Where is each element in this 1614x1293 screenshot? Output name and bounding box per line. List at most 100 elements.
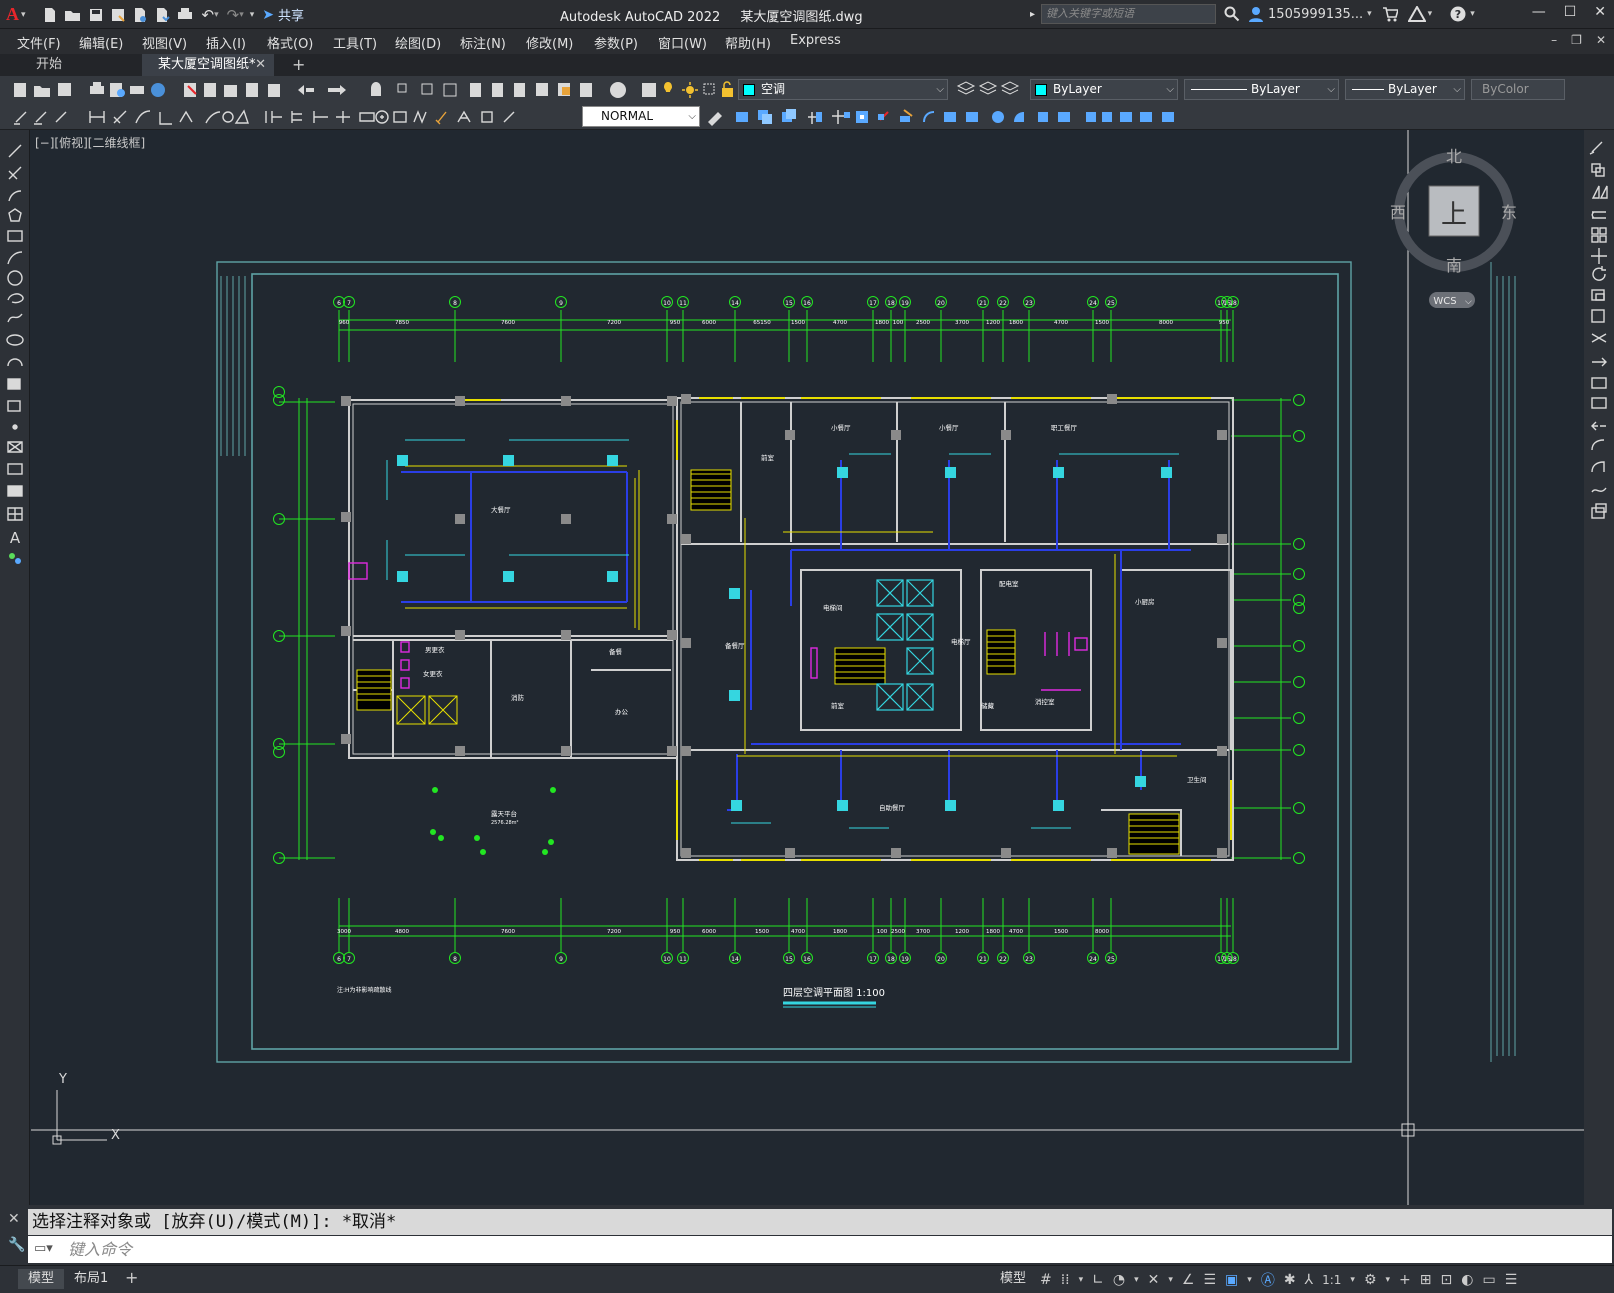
annotation-scale-value[interactable]: 1:1: [1322, 1273, 1341, 1287]
app-dropdown-icon[interactable]: ▾: [1428, 9, 1433, 19]
save-as-icon[interactable]: [110, 7, 126, 23]
clean-screen-icon[interactable]: ▭: [1482, 1272, 1495, 1288]
workspace-gear-icon[interactable]: ⚙: [1364, 1272, 1377, 1288]
expand-arrow-icon[interactable]: ▸: [1030, 9, 1035, 20]
doc-close-icon[interactable]: ✕: [1596, 33, 1606, 47]
grid-icon[interactable]: #: [1040, 1272, 1052, 1288]
menu-parameter[interactable]: 参数(P): [594, 33, 638, 52]
draw-tool-icons[interactable]: A: [0, 130, 30, 580]
undo-dropdown-icon[interactable]: ▾: [214, 10, 219, 20]
autoscale-icon[interactable]: ✱: [1284, 1272, 1296, 1288]
menu-format[interactable]: 格式(O): [267, 33, 313, 52]
modify-tool-icons[interactable]: [704, 104, 1184, 130]
minimize-icon[interactable]: —: [1532, 4, 1546, 20]
layer-state-icons[interactable]: [660, 76, 742, 104]
menu-draw[interactable]: 绘图(D): [395, 33, 441, 52]
lineweight-dropdown[interactable]: ByLayer ⌵: [1345, 79, 1465, 100]
annotation-visibility-icon[interactable]: Ⓐ: [1261, 1270, 1275, 1290]
user-dropdown-icon[interactable]: ▾: [1367, 9, 1372, 19]
standard-tool-icons[interactable]: [6, 76, 696, 104]
customize-qat-icon[interactable]: ▾: [250, 10, 255, 20]
linetype-dropdown[interactable]: ByLayer ⌵: [1184, 79, 1339, 100]
user-icon[interactable]: [1248, 6, 1264, 22]
app-menu-chevron-icon[interactable]: ▾: [21, 10, 26, 20]
open-web-icon[interactable]: [132, 7, 148, 23]
command-close-icon[interactable]: ✕: [8, 1211, 20, 1227]
doc-restore-icon[interactable]: ❐: [1571, 33, 1582, 47]
model-space-button[interactable]: 模型: [1000, 1269, 1026, 1289]
viewcube[interactable]: 上 北 南 东 西 WCS ⌵: [1390, 147, 1517, 308]
drawing-canvas[interactable]: [−][俯视][二维线框] 6 7 8 9 10 11 14 15 16 17 18 19 20 21 22…: [31, 130, 1584, 1205]
redo-dropdown-icon[interactable]: ▾: [239, 10, 244, 20]
menu-help[interactable]: 帮助(H): [725, 33, 771, 52]
autocad-logo-icon[interactable]: A: [6, 4, 19, 25]
new-tab-icon[interactable]: +: [292, 55, 305, 74]
layout-tab-model[interactable]: 模型: [18, 1269, 65, 1289]
dimension-tool-icons[interactable]: [10, 104, 570, 130]
menu-dimension[interactable]: 标注(N): [460, 33, 506, 52]
polar-icon[interactable]: ◔: [1113, 1272, 1125, 1288]
plotstyle-dropdown[interactable]: ByColor: [1471, 79, 1565, 100]
undo-icon[interactable]: ↶: [202, 6, 215, 24]
osnap-track-icon[interactable]: ∠: [1182, 1272, 1195, 1288]
polar-dropdown-icon[interactable]: ▾: [1134, 1275, 1139, 1285]
lineweight-toggle-icon[interactable]: ☰: [1203, 1272, 1216, 1288]
new-file-icon[interactable]: [42, 7, 58, 23]
annotation-monitor-icon[interactable]: +: [1399, 1272, 1411, 1288]
search-icon[interactable]: [1224, 6, 1240, 22]
workspace-dropdown-icon[interactable]: ▾: [1386, 1275, 1391, 1285]
quick-properties-icon[interactable]: ⊡: [1441, 1272, 1453, 1288]
osnap-dropdown-icon[interactable]: ▾: [1247, 1275, 1252, 1285]
autodesk-app-icon[interactable]: [1407, 6, 1426, 22]
command-prompt-icon[interactable]: ▭▾: [34, 1241, 53, 1256]
ac-unit: [397, 455, 408, 466]
layer-dropdown[interactable]: 空调 ⌵: [738, 79, 948, 100]
snap-icon[interactable]: ⁞⁞: [1061, 1272, 1070, 1288]
ortho-icon[interactable]: ∟: [1092, 1272, 1104, 1288]
maximize-icon[interactable]: ☐: [1564, 4, 1577, 20]
share-icon[interactable]: ➤: [262, 7, 274, 23]
cart-icon[interactable]: [1382, 6, 1398, 22]
tab-start[interactable]: 开始: [26, 54, 136, 76]
command-input[interactable]: 键入命令: [28, 1236, 1612, 1263]
scale-dropdown-icon[interactable]: ▾: [1350, 1275, 1355, 1285]
tab-close-icon[interactable]: ✕: [255, 54, 266, 76]
plot-icon[interactable]: [176, 7, 194, 23]
save-web-icon[interactable]: [154, 7, 170, 23]
open-folder-icon[interactable]: [64, 7, 82, 23]
redo-icon[interactable]: ↷: [227, 6, 240, 24]
layer-tool-icons[interactable]: [954, 76, 1024, 104]
doc-minimize-icon[interactable]: –: [1551, 33, 1557, 47]
isodraft-icon[interactable]: ✕: [1148, 1272, 1160, 1288]
menu-insert[interactable]: 插入(I): [206, 33, 246, 52]
svg-text:电梯厅: 电梯厅: [951, 637, 971, 646]
add-layout-icon[interactable]: +: [125, 1268, 138, 1287]
customization-icon[interactable]: ☰: [1505, 1272, 1518, 1288]
layout-tab-layout1[interactable]: 布局1: [64, 1269, 118, 1289]
color-dropdown[interactable]: ByLayer ⌵: [1030, 79, 1178, 100]
osnap-icon[interactable]: ▣: [1225, 1272, 1238, 1288]
tab-document[interactable]: 某大厦空调图纸* ✕: [142, 54, 274, 76]
units-icon[interactable]: ⊞: [1420, 1272, 1432, 1288]
modify-side-icons[interactable]: [1584, 130, 1614, 530]
close-icon[interactable]: ✕: [1594, 4, 1606, 20]
dimstyle-dropdown[interactable]: NORMAL ⌵: [582, 106, 700, 127]
annotation-scale-icon[interactable]: ⅄: [1305, 1272, 1314, 1288]
save-icon[interactable]: [88, 7, 104, 23]
snap-dropdown-icon[interactable]: ▾: [1079, 1275, 1084, 1285]
help-icon[interactable]: ?: [1450, 6, 1466, 22]
isolate-objects-icon[interactable]: ◐: [1461, 1272, 1473, 1288]
help-dropdown-icon[interactable]: ▾: [1470, 9, 1475, 19]
user-name[interactable]: 1505999135...: [1268, 7, 1363, 22]
menu-modify[interactable]: 修改(M): [526, 33, 573, 52]
menu-file[interactable]: 文件(F): [17, 33, 61, 52]
menu-edit[interactable]: 编辑(E): [79, 33, 123, 52]
menu-view[interactable]: 视图(V): [142, 33, 187, 52]
menu-tools[interactable]: 工具(T): [333, 33, 377, 52]
share-button[interactable]: 共享: [278, 5, 304, 24]
menu-window[interactable]: 窗口(W): [658, 33, 707, 52]
iso-dropdown-icon[interactable]: ▾: [1168, 1275, 1173, 1285]
command-customize-icon[interactable]: 🔧: [8, 1237, 25, 1253]
menu-express[interactable]: Express: [790, 33, 841, 48]
search-input[interactable]: 键入关键字或短语: [1041, 4, 1217, 24]
